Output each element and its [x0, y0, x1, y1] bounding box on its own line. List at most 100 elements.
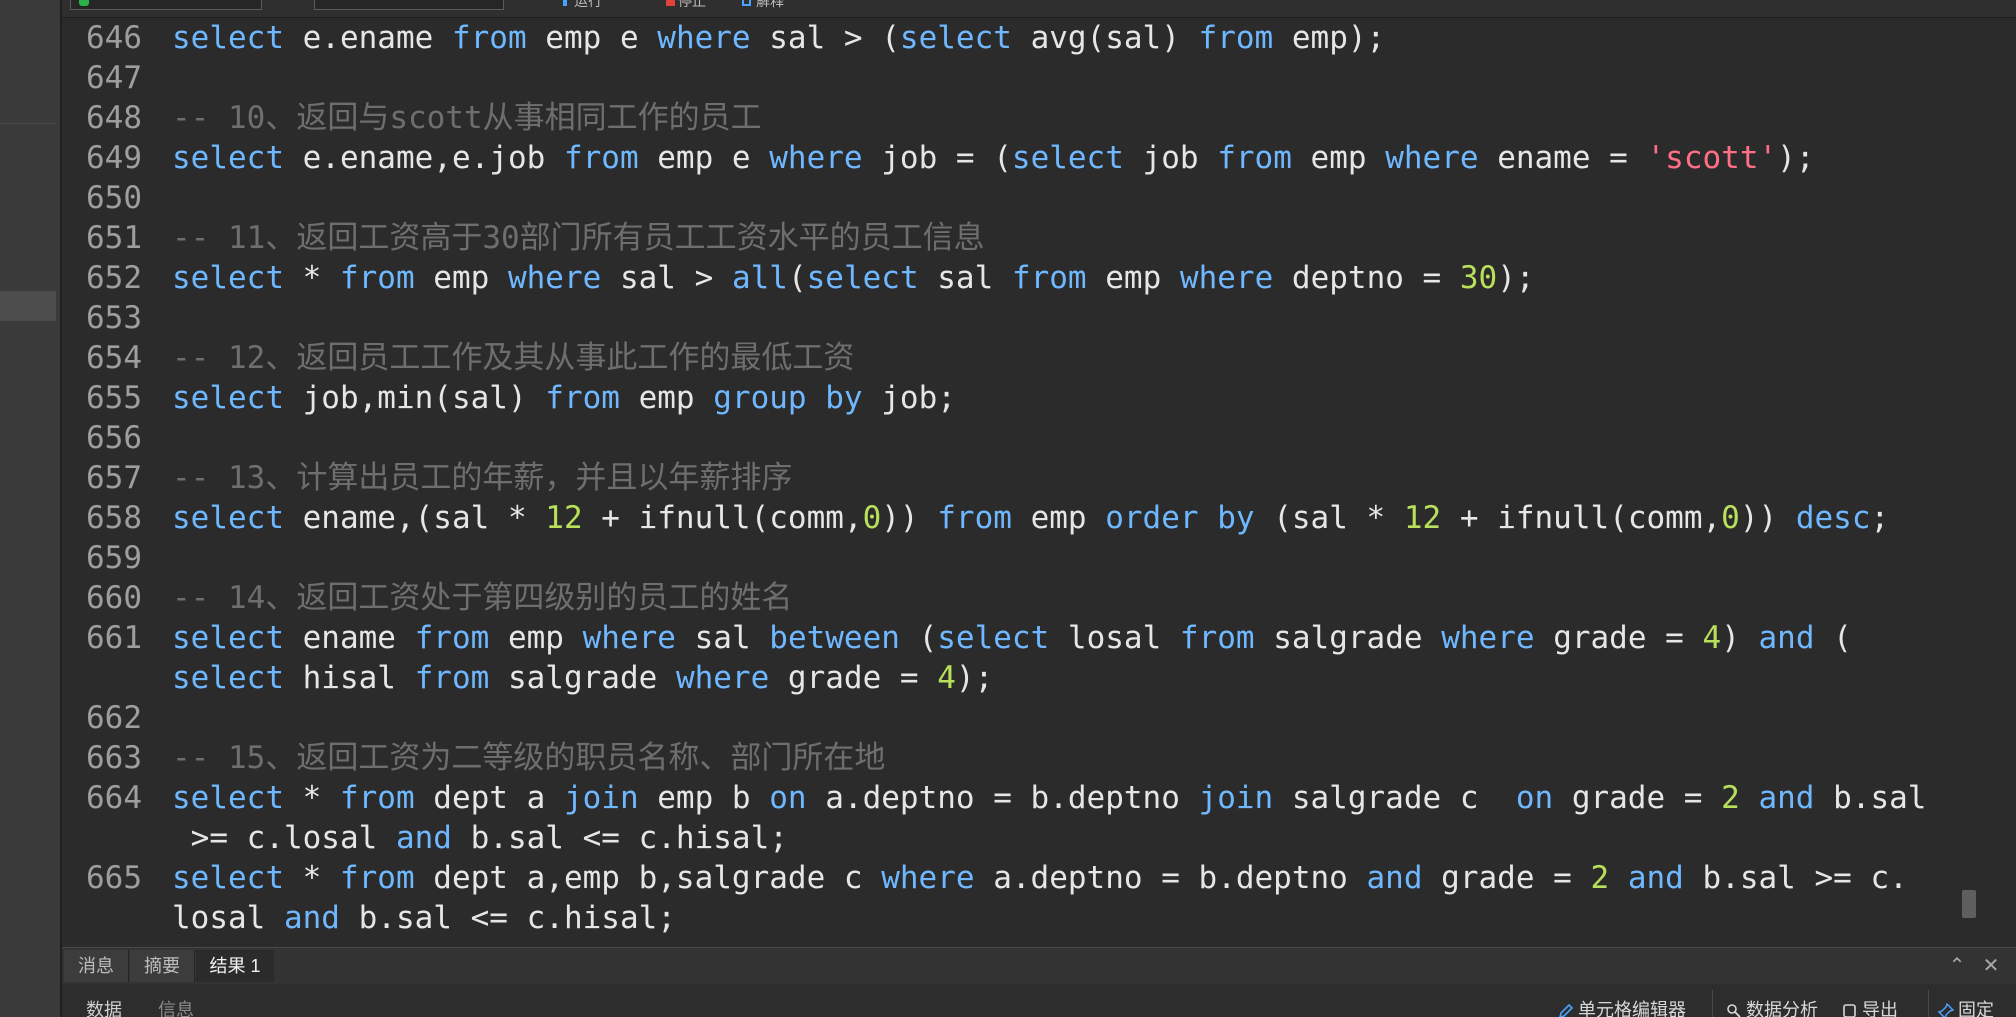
close-icon[interactable]: ✕: [1976, 950, 2006, 982]
scrollbar-thumb[interactable]: [1962, 890, 1976, 918]
line-number: 660: [86, 580, 142, 616]
number-token: 4: [937, 660, 956, 696]
code-token: (: [1814, 620, 1852, 656]
keyword-token: from: [545, 380, 620, 416]
keyword-token: and: [1758, 620, 1815, 656]
keyword-token: select: [172, 380, 284, 416]
keyword-token: and: [1366, 860, 1423, 896]
keyword-token: from: [339, 780, 415, 816]
keyword-token: all: [731, 260, 788, 296]
code-token: emp: [489, 620, 583, 656]
line-text: select e.ename from emp e where sal > (s…: [172, 18, 1385, 58]
explain-icon: [742, 0, 751, 6]
keyword-token: order: [1105, 500, 1199, 536]
pin-icon: [1937, 1002, 1955, 1017]
tab-info[interactable]: 信息: [158, 996, 194, 1017]
code-token: a.deptno = b.deptno: [974, 860, 1367, 896]
code-token: grade =: [1422, 860, 1591, 896]
keyword-token: join: [1198, 780, 1274, 816]
code-token: grade =: [1553, 780, 1722, 816]
line-text: losal and b.sal <= c.hisal;: [172, 898, 676, 938]
keyword-token: where: [657, 20, 751, 56]
number-token: 0: [1721, 500, 1740, 536]
chevron-up-icon[interactable]: ⌃: [1942, 950, 1972, 982]
tab-messages[interactable]: 消息: [64, 950, 129, 982]
keyword-token: select: [172, 860, 284, 896]
code-token: b.sal: [1814, 780, 1927, 816]
keyword-token: where: [675, 660, 770, 696]
line-text: -- 11、返回工资高于30部门所有员工工资水平的员工信息: [172, 218, 985, 258]
navigator-divider: [0, 123, 56, 124]
number-token: 12: [545, 500, 583, 536]
line-number: 648: [86, 100, 142, 136]
line-text: -- 10、返回与scott从事相同工作的员工: [172, 98, 762, 138]
tab-summary[interactable]: 摘要: [130, 950, 195, 982]
code-token: dept a: [414, 780, 564, 816]
keyword-token: where: [1441, 620, 1535, 656]
explain-button[interactable]: 解释: [756, 0, 784, 11]
sql-editor[interactable]: 646 select e.ename from emp e where sal >…: [62, 18, 1990, 945]
code-token: salgrade c: [1273, 780, 1516, 816]
line-number: 661: [86, 620, 142, 656]
stop-button[interactable]: 停止: [678, 0, 706, 11]
code-token: *: [283, 260, 340, 296]
toolbar-separator: [1928, 990, 1929, 1017]
comment-token: -- 14、返回工资处于第四级别的员工的姓名: [172, 580, 793, 616]
line-number: 665: [86, 860, 142, 896]
tab-result-1[interactable]: 结果 1: [196, 950, 274, 982]
connection-select[interactable]: [70, 0, 262, 10]
code-token: >= c.losal: [172, 820, 396, 856]
pin-button[interactable]: 固定: [1937, 996, 1994, 1017]
tab-data[interactable]: 数据: [86, 996, 122, 1017]
code-token: job,min(sal): [283, 380, 546, 416]
code-token: )): [1739, 500, 1796, 536]
cell-editor-button[interactable]: 单元格编辑器: [1558, 996, 1686, 1017]
database-select[interactable]: [314, 0, 504, 10]
number-token: 0: [862, 500, 882, 536]
code-token: b.sal >= c.: [1683, 860, 1908, 896]
comment-token: -- 12、返回员工工作及其从事此工作的最低工资: [172, 340, 855, 376]
code-token: sal >: [601, 260, 732, 296]
run-button[interactable]: 运行: [574, 0, 602, 11]
line-number: 655: [86, 380, 142, 416]
navigator-panel[interactable]: [0, 0, 62, 1017]
keyword-token: from: [1179, 620, 1255, 656]
code-token: emp: [619, 380, 714, 416]
code-token: ): [1721, 620, 1759, 656]
number-token: 4: [1702, 620, 1722, 656]
keyword-token: where: [881, 860, 975, 896]
code-token: *: [283, 780, 340, 816]
line-text: select ename,(sal * 12 + ifnull(comm,0))…: [172, 498, 1889, 538]
keyword-token: desc: [1795, 500, 1871, 536]
line-text: select ename from emp where sal between …: [172, 618, 1852, 658]
export-button[interactable]: 导出: [1842, 996, 1898, 1017]
export-icon: [1842, 1003, 1858, 1017]
line-number: 657: [86, 460, 142, 496]
line-number: 656: [86, 420, 142, 456]
keyword-token: select: [172, 780, 284, 816]
keyword-token: from: [937, 500, 1012, 536]
code-token: e.ename,e.job: [283, 140, 564, 176]
line-number: 646: [86, 20, 142, 56]
keyword-token: and: [1758, 780, 1815, 816]
line-text: -- 15、返回工资为二等级的职员名称、部门所在地: [172, 738, 885, 778]
keyword-token: select: [172, 620, 284, 656]
line-number: 649: [86, 140, 142, 176]
keyword-token: from: [339, 860, 415, 896]
analysis-icon: [1726, 1003, 1742, 1017]
code-token: hisal: [283, 660, 415, 696]
keyword-token: from: [414, 660, 490, 696]
code-token: ename =: [1478, 140, 1647, 176]
code-token: (: [899, 620, 938, 656]
keyword-token: where: [1385, 140, 1479, 176]
navigator-selected-item[interactable]: [0, 291, 56, 321]
code-token: job: [1123, 140, 1218, 176]
data-analysis-button[interactable]: 数据分析: [1726, 996, 1818, 1017]
code-token: );: [1497, 260, 1535, 296]
data-analysis-label: 数据分析: [1746, 1000, 1818, 1017]
code-token: ename: [283, 620, 415, 656]
vertical-scrollbar[interactable]: [1960, 18, 1978, 945]
keyword-token: select: [172, 140, 284, 176]
line-number: 652: [86, 260, 142, 296]
